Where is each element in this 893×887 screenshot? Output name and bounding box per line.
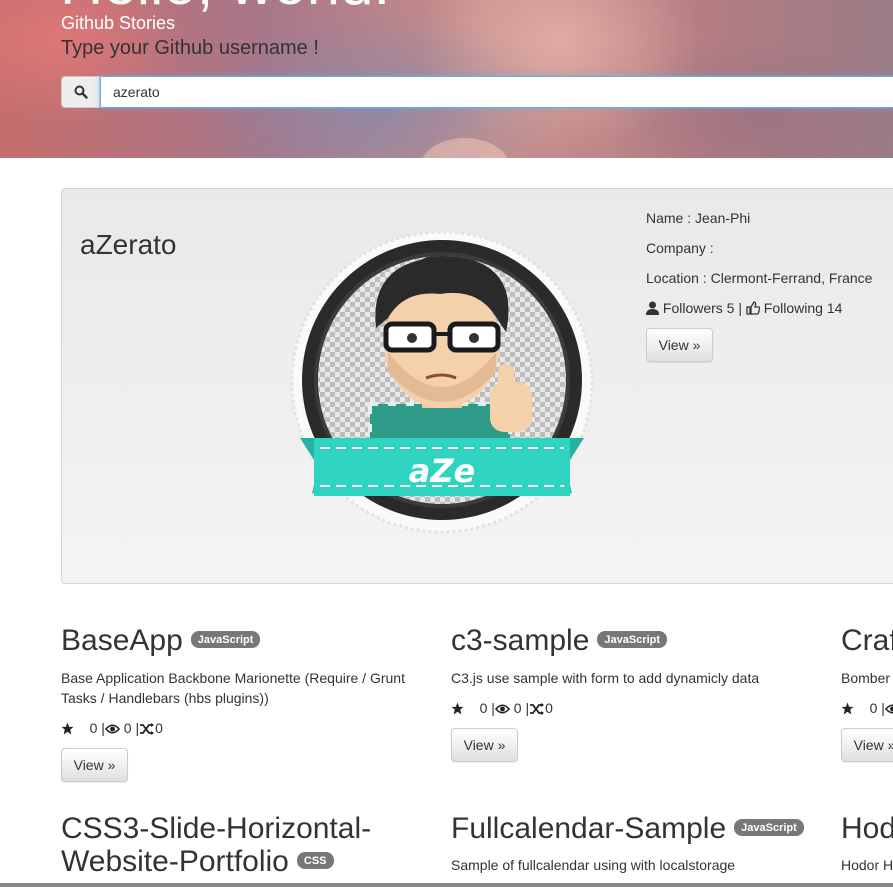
avatar-badge-text: aZe xyxy=(409,452,476,490)
repo-name[interactable]: c3-sample xyxy=(451,624,589,657)
profile-view-button[interactable]: View » xyxy=(646,328,713,362)
language-badge: JavaScript xyxy=(734,818,804,836)
repo-view-button[interactable]: View » xyxy=(61,748,128,782)
star-icon xyxy=(61,722,74,735)
repo-name-line1[interactable]: CSS3-Slide-Horizontal- xyxy=(61,812,371,845)
repo-stats: 0 | xyxy=(841,698,893,718)
following-count: Following 14 xyxy=(763,300,843,316)
eye-icon xyxy=(104,724,120,734)
repo-view-button[interactable]: View » xyxy=(451,728,518,762)
repo-title[interactable]: BaseApp JavaScript xyxy=(61,624,261,658)
repo-description: Bomber xyxy=(841,670,891,686)
search-icon xyxy=(74,85,88,99)
language-badge: CSS xyxy=(296,851,334,869)
username-search-input[interactable] xyxy=(100,76,893,108)
eye-icon xyxy=(884,704,893,714)
search-button[interactable] xyxy=(61,76,100,108)
repo-name[interactable]: Craf xyxy=(841,624,893,657)
stars-count: 0 xyxy=(479,700,488,716)
profile-name: Name : Jean-Phi xyxy=(646,210,751,226)
language-badge: JavaScript xyxy=(190,630,261,648)
repo-stats: 0 | 0 | 0 xyxy=(61,718,163,738)
forks-count: 0 xyxy=(155,720,163,736)
repo-view-button[interactable]: View » xyxy=(841,728,893,762)
watchers-count: 0 xyxy=(513,700,522,716)
repo-stats: 0 | 0 | 0 xyxy=(451,698,553,718)
fork-shuffle-icon xyxy=(140,723,155,735)
brand-title[interactable]: Github Stories xyxy=(61,13,175,33)
repo-description: Hodor H xyxy=(841,857,893,873)
profile-company: Company : xyxy=(646,240,714,256)
hero-decoration xyxy=(420,138,510,158)
forks-count: 0 xyxy=(545,700,553,716)
language-badge: JavaScript xyxy=(597,630,668,648)
repo-name[interactable]: Fullcalendar-Sample xyxy=(451,812,726,845)
profile-username: aZerato xyxy=(80,229,177,260)
repo-title[interactable]: CSS3-Slide-Horizontal- Website-Portfolio… xyxy=(61,812,371,878)
hero-heading: Hello, world! xyxy=(60,0,390,14)
star-icon xyxy=(841,702,854,715)
star-icon xyxy=(451,702,464,715)
stars-count: 0 xyxy=(89,720,98,736)
thumbs-up-icon xyxy=(746,301,761,315)
user-icon xyxy=(646,301,659,315)
repo-name[interactable]: Hod xyxy=(841,812,893,845)
repo-name-line2[interactable]: Website-Portfolio xyxy=(61,845,289,878)
followers-count: Followers 5 xyxy=(662,300,735,316)
repo-description: Base Application Backbone Marionette (Re… xyxy=(61,670,405,706)
repo-description: Sample of fullcalendar using with locals… xyxy=(451,857,736,873)
repo-title[interactable]: Craf xyxy=(841,624,893,658)
repo-description: C3.js use sample with form to add dynami… xyxy=(451,670,760,686)
repo-title[interactable]: Hod xyxy=(841,812,893,846)
hero-subtitle: Type your Github username ! xyxy=(61,37,319,59)
stars-count: 0 xyxy=(869,700,878,716)
window-bottom-edge xyxy=(0,883,893,887)
eye-icon xyxy=(494,704,510,714)
repo-title[interactable]: Fullcalendar-Sample JavaScript xyxy=(451,812,804,846)
watchers-count: 0 xyxy=(123,720,132,736)
repo-title[interactable]: c3-sample JavaScript xyxy=(451,624,668,658)
profile-follow-stats: Followers 5 | Following 14 xyxy=(646,298,842,318)
profile-location: Location : Clermont-Ferrand, France xyxy=(646,270,873,286)
fork-shuffle-icon xyxy=(530,703,545,715)
follow-separator: | xyxy=(738,300,743,316)
avatar: aZe xyxy=(290,232,594,534)
hero-banner: Hello, world! Github Stories Type your G… xyxy=(0,0,893,158)
repo-name[interactable]: BaseApp xyxy=(61,624,183,657)
